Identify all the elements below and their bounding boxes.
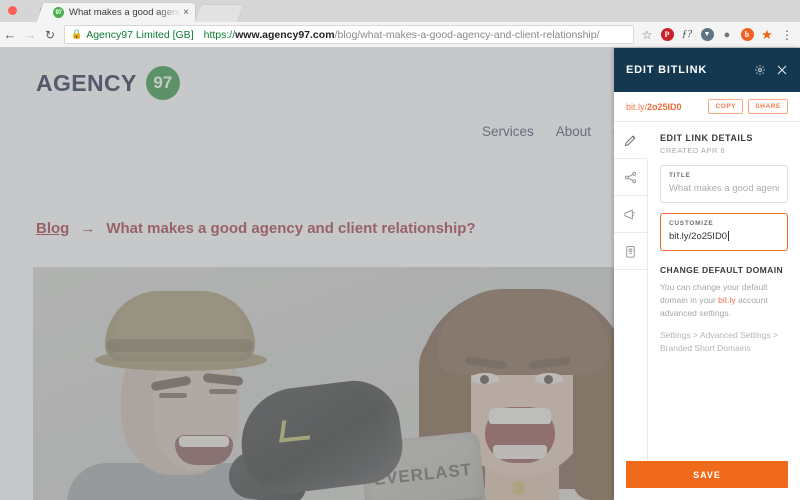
customize-field-value: bit.ly/2o25ID0	[669, 231, 728, 242]
bitlink-prefix: bit.ly/	[626, 101, 648, 112]
url-host: www.agency97.com	[235, 28, 335, 41]
pocket-icon[interactable]: ▼	[700, 28, 714, 42]
rail-item-campaign[interactable]	[614, 196, 647, 233]
title-field[interactable]: TITLE What makes a good agency an	[660, 165, 788, 203]
tab-strip: 97 What makes a good agency a ×	[0, 0, 800, 22]
title-field-label: TITLE	[669, 172, 691, 179]
domain-settings-path: Settings > Advanced Settings > Branded S…	[660, 329, 779, 353]
bitlink-slug: 2o25ID0	[647, 101, 682, 112]
save-button[interactable]: SAVE	[626, 461, 788, 488]
domain-description: You can change your default domain in yo…	[660, 281, 788, 321]
customize-field-label: CUSTOMIZE	[669, 220, 714, 227]
close-icon[interactable]	[776, 64, 788, 76]
tab-title: What makes a good agency a	[69, 7, 182, 18]
customize-field-wrapper: bit.ly/2o25ID0	[669, 231, 779, 242]
change-default-domain-block: CHANGE DEFAULT DOMAIN You can change you…	[660, 265, 788, 355]
panel-icon-rail	[614, 122, 648, 461]
starred-extension-icon[interactable]: ★	[760, 27, 774, 42]
section-title: EDIT LINK DETAILS	[660, 133, 753, 143]
copy-button[interactable]: COPY	[708, 99, 744, 114]
browser-toolbar: ← → ↻ 🔒 Agency97 Limited [GB] https://ww…	[0, 22, 800, 48]
chrome-menu-icon[interactable]: ⋮	[780, 28, 794, 42]
reload-icon[interactable]: ↻	[40, 28, 60, 42]
domain-section-title: CHANGE DEFAULT DOMAIN	[660, 265, 783, 275]
lock-icon: 🔒	[71, 29, 83, 39]
close-window-button[interactable]	[8, 6, 17, 15]
fontface-ninja-icon[interactable]: ƒ?	[680, 28, 694, 42]
bitlink-url[interactable]: bit.ly/2o25ID0	[626, 102, 703, 112]
forward-arrow-icon[interactable]: →	[20, 27, 40, 42]
bookmark-star-icon[interactable]: ☆	[640, 28, 654, 42]
rail-item-share[interactable]	[614, 159, 647, 196]
back-arrow-icon[interactable]: ←	[0, 27, 20, 42]
address-bar[interactable]: 🔒 Agency97 Limited [GB] https://www.agen…	[64, 25, 634, 44]
tab-close-icon[interactable]: ×	[183, 7, 189, 18]
section-created-date: CREATED APR 6	[660, 146, 726, 155]
panel-header: EDIT BITLINK	[614, 48, 800, 92]
edit-bitlink-panel: EDIT BITLINK bit.ly/2o25ID0 COPY SHARE E…	[614, 48, 800, 500]
pinterest-icon[interactable]: P	[660, 28, 674, 42]
minimize-window-button[interactable]	[24, 6, 33, 15]
title-field-value: What makes a good agency an	[669, 183, 779, 194]
new-tab-button[interactable]	[194, 5, 244, 22]
bitlink-row: bit.ly/2o25ID0 COPY SHARE	[614, 92, 800, 122]
share-button[interactable]: SHARE	[748, 99, 788, 114]
evernote-icon[interactable]: ●	[720, 28, 734, 42]
tab-favicon: 97	[53, 7, 64, 18]
panel-main: EDIT LINK DETAILS CREATED APR 6 TITLE Wh…	[648, 122, 800, 461]
url-path: /blog/what-makes-a-good-agency-and-clien…	[334, 28, 600, 41]
panel-footer: SAVE	[614, 461, 800, 500]
panel-body: EDIT LINK DETAILS CREATED APR 6 TITLE Wh…	[614, 122, 800, 461]
gear-icon[interactable]	[754, 64, 766, 76]
panel-title: EDIT BITLINK	[626, 64, 708, 76]
rail-item-edit[interactable]	[614, 122, 648, 159]
customize-field[interactable]: CUSTOMIZE bit.ly/2o25ID0	[660, 213, 788, 251]
url-text: https://www.agency97.com/blog/what-makes…	[204, 29, 600, 41]
text-caret	[728, 231, 730, 241]
rail-item-tag[interactable]	[614, 233, 647, 270]
extension-icons: ☆ P ƒ? ▼ ● b ★ ⋮	[640, 27, 800, 42]
site-identity-label: Agency97 Limited [GB]	[86, 28, 194, 41]
bitly-icon[interactable]: b	[740, 28, 754, 42]
browser-window: 97 What makes a good agency a × ← → ↻ 🔒 …	[0, 0, 800, 500]
url-scheme: https://	[203, 28, 236, 41]
browser-tab[interactable]: 97 What makes a good agency a ×	[47, 3, 195, 22]
bitly-account-link[interactable]: bit.ly	[718, 295, 735, 305]
